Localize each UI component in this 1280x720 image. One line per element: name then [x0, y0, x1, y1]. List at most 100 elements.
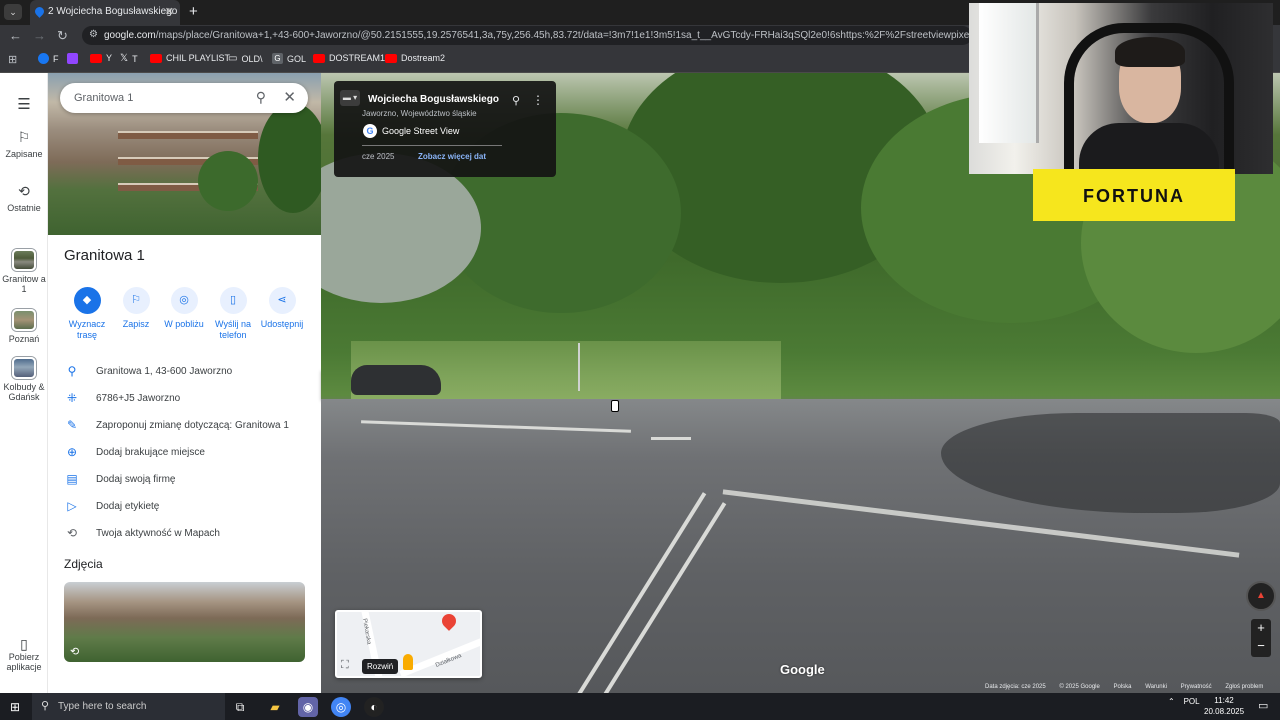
- info-address[interactable]: ⚲ Granitowa 1, 43-600 Jaworzno: [48, 358, 321, 385]
- rail-recent[interactable]: ⟲ Ostatnie: [0, 183, 48, 213]
- file-explorer-icon[interactable]: ▰: [265, 697, 285, 717]
- info-plus-code[interactable]: ⁜ 6786+J5 Jaworzno: [48, 385, 321, 412]
- terms-link[interactable]: Warunki: [1145, 684, 1167, 690]
- photos-heading: Zdjęcia: [64, 557, 103, 571]
- info-add-label[interactable]: ▷ Dodaj etykietę: [48, 493, 321, 520]
- zoom-out-button[interactable]: −: [1251, 637, 1271, 655]
- taskbar-clock[interactable]: 11:42 20.08.2025: [1204, 695, 1244, 717]
- street-view-brand: Google Street View: [382, 126, 460, 136]
- report-problem-link[interactable]: Zgłoś problem: [1225, 684, 1263, 690]
- send-to-phone-button[interactable]: ▯ Wyślij na telefon: [208, 287, 258, 341]
- clock-time: 11:42: [1214, 696, 1234, 705]
- sponsor-logo: FORTUNA: [1083, 186, 1185, 206]
- nearby-icon: ◎: [170, 287, 198, 314]
- rail-recent-place-1[interactable]: Granitow a 1: [0, 249, 48, 294]
- bookmark-gol[interactable]: G GOL: [272, 53, 306, 64]
- language-indicator[interactable]: POL: [1184, 697, 1200, 706]
- save-button[interactable]: ⚐ Zapisz: [111, 287, 161, 330]
- nearby-button[interactable]: ◎ W pobliżu: [159, 287, 209, 330]
- credit-country[interactable]: Polska: [1114, 684, 1132, 690]
- chevron-up-icon[interactable]: ⌃: [1168, 697, 1175, 706]
- rail-place-label: Granitow a 1: [2, 274, 46, 294]
- address-bar[interactable]: ⚙ google.com/maps/place/Granitowa+1,+43-…: [82, 26, 972, 45]
- tab-search-button[interactable]: ⌄: [4, 4, 22, 20]
- forward-arrow-icon[interactable]: →: [33, 28, 46, 43]
- close-tab-icon[interactable]: ✕: [165, 5, 174, 18]
- credit-copyright: © 2025 Google: [1059, 684, 1100, 690]
- search-icon[interactable]: ⚲: [256, 89, 266, 106]
- rail-recent-place-2[interactable]: Kolbudy & Gdańsk: [0, 357, 48, 402]
- bookmark-chil-playlist[interactable]: CHIL PLAYLIST: [150, 53, 230, 63]
- photo-thumbnail[interactable]: ⟲: [64, 582, 305, 662]
- bookmark-y[interactable]: Y: [90, 53, 112, 63]
- discord-icon[interactable]: ◉: [298, 697, 318, 717]
- info-text: Dodaj brakujące miejsce: [96, 447, 205, 458]
- info-add-place[interactable]: ⊕ Dodaj brakujące miejsce: [48, 439, 321, 466]
- fullscreen-icon[interactable]: ⛶: [341, 659, 349, 672]
- locality: Jaworzno, Województwo śląskie: [362, 109, 477, 118]
- room-window: [979, 3, 1039, 143]
- chrome-icon[interactable]: ◎: [331, 697, 351, 717]
- see-more-dates-link[interactable]: Zobacz więcej dat: [418, 152, 486, 161]
- rail-get-app[interactable]: ▯ Pobierz aplikacje: [0, 637, 48, 672]
- bookmark-dostream1[interactable]: DOSTREAM1: [313, 53, 385, 63]
- action-label: Zapisz: [122, 319, 150, 329]
- place-thumbnail: [12, 309, 36, 331]
- share-icon: ⋖: [268, 287, 296, 314]
- windows-start-icon[interactable]: ⊞: [10, 700, 20, 714]
- back-to-map-button[interactable]: ▬ ▾: [340, 90, 360, 106]
- action-label: W pobliżu: [164, 319, 204, 329]
- new-tab-button[interactable]: +: [189, 3, 198, 20]
- active-tab[interactable]: 2 Wojciecha Bogusławskiego – ✕: [30, 0, 180, 25]
- tab-title: 2 Wojciecha Bogusławskiego –: [48, 6, 180, 17]
- zoom-in-button[interactable]: +: [1251, 619, 1271, 637]
- search-input[interactable]: Granitowa 1 ⚲ ✕: [60, 83, 308, 113]
- rail-explore[interactable]: Poznań: [0, 309, 48, 344]
- compass-icon[interactable]: ▲: [1246, 581, 1276, 611]
- share-button[interactable]: ⋖ Udostępnij: [257, 287, 307, 330]
- apps-grid-icon[interactable]: ⊞: [8, 53, 17, 66]
- bookmark-t[interactable]: 𝕏T: [120, 53, 138, 64]
- action-label: Udostępnij: [260, 319, 304, 329]
- sponsor-banner: FORTUNA: [1033, 169, 1235, 221]
- url-host: google.com: [104, 30, 156, 41]
- reload-icon[interactable]: ↻: [57, 28, 68, 44]
- rail-recent-label: Ostatnie: [7, 203, 41, 213]
- menu-icon[interactable]: ☰: [0, 95, 48, 113]
- obs-icon[interactable]: ◐: [364, 697, 384, 717]
- rail-place-label: Poznań: [8, 334, 40, 344]
- notification-icon[interactable]: ▭: [1258, 699, 1268, 712]
- directions-button[interactable]: ◆ Wyznacz trasę: [62, 287, 112, 341]
- bookmark-dostream2[interactable]: Dostream2: [385, 53, 445, 63]
- info-text: Zaproponuj zmianę dotyczącą: Granitowa 1: [96, 420, 289, 431]
- close-icon[interactable]: ✕: [283, 88, 296, 106]
- history-icon: ⟲: [18, 183, 30, 199]
- phone-icon: ▯: [219, 287, 247, 314]
- pegman-icon[interactable]: [403, 654, 413, 670]
- location-pin-icon[interactable]: ⚲: [512, 94, 520, 107]
- bookmark-label: DOSTREAM1: [329, 53, 386, 63]
- info-suggest-edit[interactable]: ✎ Zaproponuj zmianę dotyczącą: Granitowa …: [48, 412, 321, 439]
- bookmark-folder-old[interactable]: ▭ OLD\: [228, 53, 262, 64]
- map-pin-icon: [439, 612, 459, 631]
- site-info-icon[interactable]: ⚙: [89, 29, 98, 40]
- rail-get-app-label: Pobierz aplikacje: [6, 652, 42, 672]
- expand-minimap-button[interactable]: Rozwiń: [362, 659, 399, 674]
- bookmark-twitch[interactable]: [67, 53, 78, 64]
- tree: [198, 151, 258, 211]
- rail-saved[interactable]: ⚐ Zapisane: [0, 129, 48, 159]
- maps-left-rail: ☰ ⚐ Zapisane ⟲ Ostatnie Granitow a 1 Pozna…: [0, 73, 48, 693]
- info-text: Dodaj swoją firmę: [96, 474, 176, 485]
- info-add-business[interactable]: ▤ Dodaj swoją firmę: [48, 466, 321, 493]
- privacy-link[interactable]: Prywatność: [1181, 684, 1212, 690]
- taskbar-search-input[interactable]: ⚲ Type here to search: [32, 693, 225, 720]
- back-arrow-icon[interactable]: ←: [9, 28, 22, 43]
- task-view-icon[interactable]: ⧉: [230, 697, 250, 717]
- info-maps-activity[interactable]: ⟲ Twoja aktywność w Mapach: [48, 520, 321, 547]
- youtube-icon: [313, 53, 325, 63]
- more-options-icon[interactable]: ⋮: [532, 93, 544, 107]
- x-icon: 𝕏: [120, 53, 129, 64]
- g-icon: G: [272, 53, 283, 64]
- bookmark-f[interactable]: F: [38, 53, 59, 64]
- capture-date: cze 2025: [362, 152, 395, 161]
